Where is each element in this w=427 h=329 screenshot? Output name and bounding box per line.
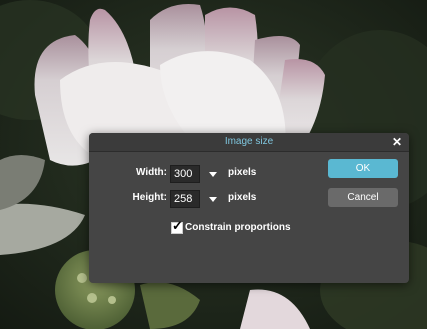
height-input[interactable] xyxy=(170,190,200,208)
width-label: Width: xyxy=(135,167,167,178)
checkmark-icon: ✓ xyxy=(172,218,183,233)
height-label: Height: xyxy=(132,192,167,203)
constrain-proportions-label[interactable]: Constrain proportions xyxy=(185,222,291,233)
cancel-button[interactable]: Cancel xyxy=(328,188,398,207)
image-size-dialog: Image size ✕ Width: pixels Height: pixel… xyxy=(89,133,409,283)
dialog-title: Image size xyxy=(224,136,274,147)
height-unit-dropdown-icon[interactable] xyxy=(209,197,217,202)
width-unit-dropdown-icon[interactable] xyxy=(209,172,217,177)
width-unit-label: pixels xyxy=(228,167,257,178)
height-unit-label: pixels xyxy=(228,192,257,203)
canvas-area: Image size ✕ Width: pixels Height: pixel… xyxy=(0,0,427,329)
width-input[interactable] xyxy=(170,165,200,183)
close-icon[interactable]: ✕ xyxy=(392,135,402,149)
constrain-proportions-checkbox[interactable]: ✓ xyxy=(171,218,183,234)
ok-button[interactable]: OK xyxy=(328,159,398,178)
dialog-title-bar[interactable]: Image size ✕ xyxy=(89,133,409,152)
